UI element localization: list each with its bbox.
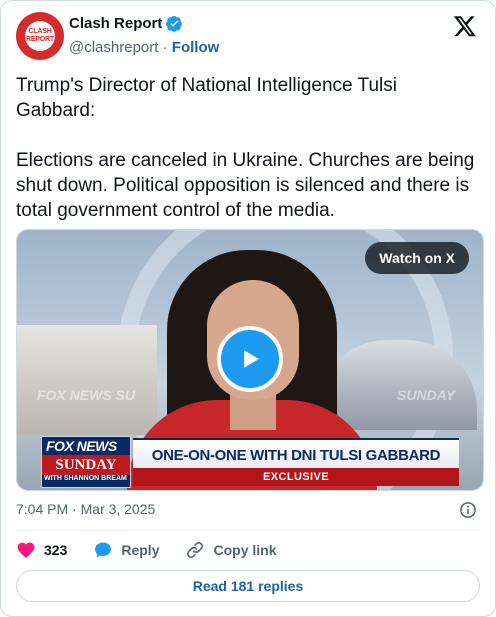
avatar-text-bottom: REPORT — [26, 36, 54, 43]
copy-link-button[interactable]: Copy link — [185, 540, 277, 560]
read-replies-button[interactable]: Read 181 replies — [16, 570, 480, 602]
divider — [16, 530, 480, 531]
like-button[interactable]: 323 — [16, 540, 67, 560]
fox-news-text: FOX NEWS — [46, 438, 117, 454]
copy-link-label: Copy link — [213, 542, 277, 558]
fox-news-sunday-logo: FOX NEWS SUNDAY WITH SHANNON BREAM — [41, 436, 131, 488]
headline-banner: ONE-ON-ONE WITH DNI TULSI GABBARD — [133, 438, 459, 470]
tweet-header: CLASH REPORT Clash Report @clashreport ·… — [16, 12, 481, 62]
watermark-left: FOX NEWS SU — [37, 387, 136, 403]
exclusive-bar: EXCLUSIVE — [133, 468, 459, 486]
avatar-logo: CLASH REPORT — [25, 21, 55, 51]
verified-badge-icon — [166, 15, 183, 32]
action-bar: 323 Reply Copy link — [16, 539, 277, 561]
follow-button[interactable]: Follow — [172, 39, 220, 56]
tweet-meta: 7:04 PM · Mar 3, 2025 — [16, 501, 481, 521]
fox-sunday-text: SUNDAY — [42, 455, 130, 475]
author-handle[interactable]: @clashreport — [69, 39, 158, 56]
reply-icon — [95, 542, 112, 558]
video-player[interactable]: FOX NEWS SU SUNDAY Watch on X FOX NEWS S… — [16, 229, 484, 491]
info-icon[interactable] — [459, 501, 477, 519]
author-name-row: Clash Report — [69, 15, 183, 32]
reply-label: Reply — [121, 542, 160, 558]
headline-text: ONE-ON-ONE WITH DNI TULSI GABBARD — [151, 446, 441, 464]
timestamp[interactable]: 7:04 PM · Mar 3, 2025 — [16, 501, 155, 517]
reply-button[interactable]: Reply — [93, 540, 159, 560]
background-building — [17, 325, 157, 435]
author-handle-row: @clashreport · Follow — [69, 39, 219, 56]
tweet-card: CLASH REPORT Clash Report @clashreport ·… — [0, 0, 496, 617]
x-logo-icon[interactable] — [453, 14, 477, 38]
heart-icon — [17, 542, 35, 558]
play-icon — [244, 350, 259, 368]
host-text: WITH SHANNON BREAM — [44, 475, 127, 482]
lower-third: FOX NEWS SUNDAY WITH SHANNON BREAM ONE-O… — [17, 434, 483, 490]
separator: · — [162, 39, 168, 56]
avatar[interactable]: CLASH REPORT — [16, 12, 64, 60]
watch-on-x-button[interactable]: Watch on X — [365, 242, 469, 274]
watermark-right: SUNDAY — [397, 387, 456, 403]
like-count: 323 — [44, 542, 68, 558]
exclusive-text: EXCLUSIVE — [263, 471, 329, 483]
play-button[interactable] — [217, 326, 283, 392]
tweet-text: Trump's Director of National Intelligenc… — [16, 75, 475, 221]
author-name[interactable]: Clash Report — [69, 15, 162, 32]
avatar-text-top: CLASH — [28, 28, 52, 35]
link-icon — [187, 542, 204, 558]
